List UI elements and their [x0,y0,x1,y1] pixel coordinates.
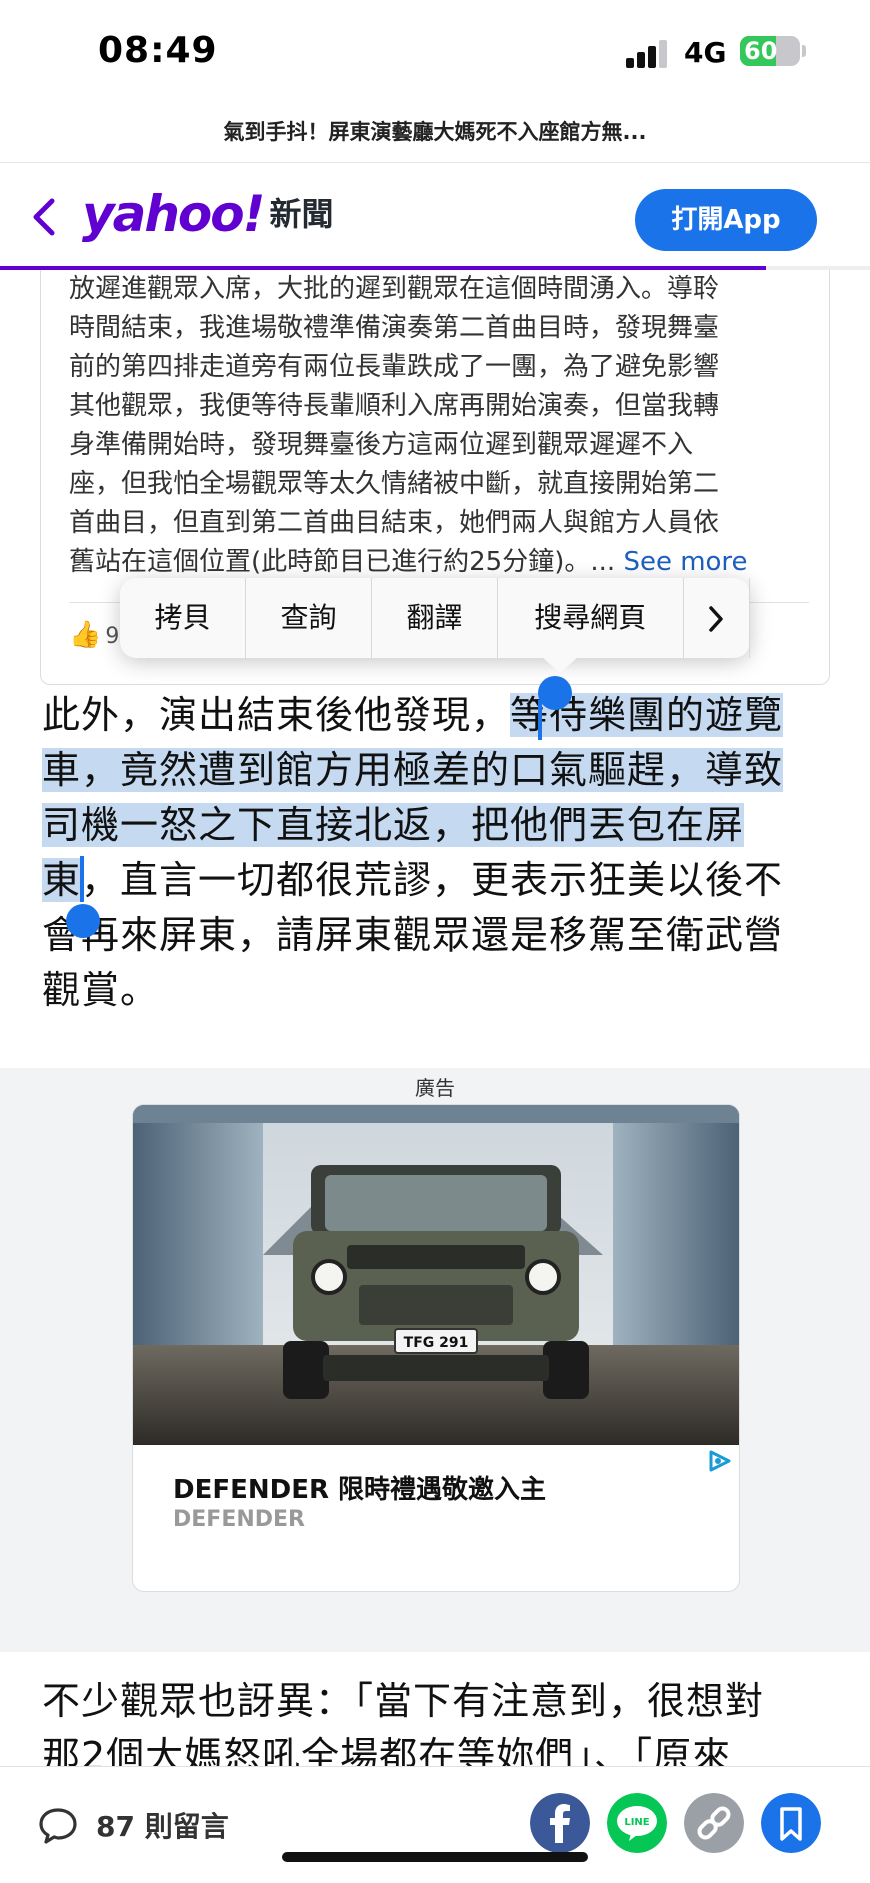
page-title: 氣到手抖！屏東演藝廳大媽死不入座館方無... [223,120,647,144]
thumbs-up-icon: 👍 [69,620,102,650]
home-indicator [282,1852,588,1862]
back-chevron-icon[interactable] [30,197,56,237]
comment-icon[interactable] [38,1805,78,1845]
selected-text[interactable]: 司機一怒之下直接北返，把他們丟包在屏 [42,803,745,847]
selection-end-stem[interactable] [80,856,84,902]
selection-end-handle[interactable] [66,904,100,938]
comment-count-button[interactable]: 87 則留言 [96,1805,229,1845]
embed-line: 身準備開始時，發現舞臺後方這兩位遲到觀眾遲遲不入 [69,430,694,460]
ad-car-image[interactable]: TFG 291 [133,1105,739,1445]
license-plate-text: TFG 291 [404,1335,469,1351]
selection-start-handle[interactable] [538,676,572,710]
menu-item-copy[interactable]: 拷貝 [120,578,246,658]
para-line: 東，直言一切都很荒謬，更表示狂美以後不 [42,853,832,908]
embed-line-last: 舊站在這個位置(此時節目已進行約25分鐘)。... See more [69,543,829,582]
like-row[interactable]: 👍 9 [69,620,119,660]
logo-subtitle: 新聞 [269,195,334,233]
para-line: 此外，演出結束後他發現，等待樂團的遊覽 [42,688,832,743]
selection-start-stem[interactable] [538,700,542,740]
menu-more-button[interactable] [684,578,750,658]
text-selection-menu: 拷貝 查詢 翻譯 搜尋網頁 [120,578,750,673]
embed-line: 其他觀眾，我便等待長輩順利入席再開始演奏，但當我轉 [69,391,720,421]
battery-icon: 60 [740,36,800,66]
para-line: 司機一怒之下直接北返，把他們丟包在屏 [42,798,832,853]
ad-card[interactable]: TFG 291 DEFENDER 限時禮遇敬邀入主 DEFENDER [132,1104,740,1592]
ad-section: 廣告 TFG 291 DEFENDER 限時禮遇敬邀入主 DEFENDER [0,1068,870,1652]
like-count: 9 [105,624,120,649]
menu-item-search-web[interactable]: 搜尋網頁 [498,578,684,658]
cellular-signal-icon [626,38,670,68]
logo-wordmark: yahoo! [82,185,265,243]
battery-tip [802,45,806,57]
menu-item-lookup[interactable]: 查詢 [246,578,372,658]
page-title-bar: 氣到手抖！屏東演藝廳大媽死不入座館方無... [0,104,870,163]
selected-text[interactable]: 車，竟然遭到館方用極差的口氣驅趕，導致 [42,748,784,792]
ad-label: 廣告 [415,1076,455,1100]
facebook-share-icon[interactable] [530,1793,590,1853]
para-line: 不少觀眾也訝異：「當下有注意到，很想對 [42,1679,765,1723]
status-bar: 08:49 4G 60 [0,0,870,100]
bookmark-icon[interactable] [761,1793,821,1853]
embed-line: 放遲進觀眾入席，大批的遲到觀眾在這個時間湧入。導聆 [69,274,720,304]
embed-line-text: 舊站在這個位置(此時節目已進行約25分鐘)。... [69,547,616,577]
yahoo-news-logo[interactable]: yahoo! 新聞 [82,185,333,245]
selected-text[interactable]: 東 [42,858,82,902]
see-more-link[interactable]: See more [623,547,747,577]
status-time: 08:49 [98,30,218,71]
embed-line: 時間結束，我進場敬禮準備演奏第二首曲目時，發現舞臺 [69,313,720,343]
embed-line: 座，但我怕全場觀眾等太久情緒被中斷，就直接開始第二 [69,469,720,499]
embed-line: 首曲目，但直到第二首曲目結束，她們兩人與館方人員依 [69,508,720,538]
para-line: 車，竟然遭到館方用極差的口氣驅趕，導致 [42,743,832,798]
bottom-action-bar: 87 則留言 LINE [0,1766,870,1883]
site-header: yahoo! 新聞 打開App [0,163,870,267]
ad-title[interactable]: DEFENDER 限時禮遇敬邀入主 [173,1469,546,1506]
embedded-post-text: 放遲進觀眾入席，大批的遲到觀眾在這個時間湧入。導聆 時間結束，我進場敬禮準備演奏… [69,270,829,582]
article-paragraph: 此外，演出結束後他發現，等待樂團的遊覽 車，竟然遭到館方用極差的口氣驅趕，導致 … [42,688,832,1018]
para-line: 會再來屏東，請屏東觀眾還是移駕至衛武營 [42,913,784,957]
open-app-button[interactable]: 打開App [635,189,817,251]
adchoices-icon[interactable] [705,1449,733,1473]
network-type: 4G [684,36,727,69]
para-line: 觀賞。 [42,968,160,1012]
para-text: 此外，演出結束後他發現， [42,693,511,737]
svg-text:LINE: LINE [624,1817,649,1828]
battery-percent: 60 [744,37,778,65]
para-text: ，直言一切都很荒謬，更表示狂美以後不 [81,858,784,902]
chevron-right-icon [709,606,724,632]
menu-pointer [542,657,578,673]
link-share-icon[interactable] [684,1793,744,1853]
car-body: TFG 291 [283,1165,589,1399]
embed-line: 前的第四排走道旁有兩位長輩跌成了一團，為了避免影響 [69,352,720,382]
ad-sponsor: DEFENDER [173,1507,305,1532]
line-share-icon[interactable]: LINE [607,1793,667,1853]
menu-item-translate[interactable]: 翻譯 [372,578,498,658]
